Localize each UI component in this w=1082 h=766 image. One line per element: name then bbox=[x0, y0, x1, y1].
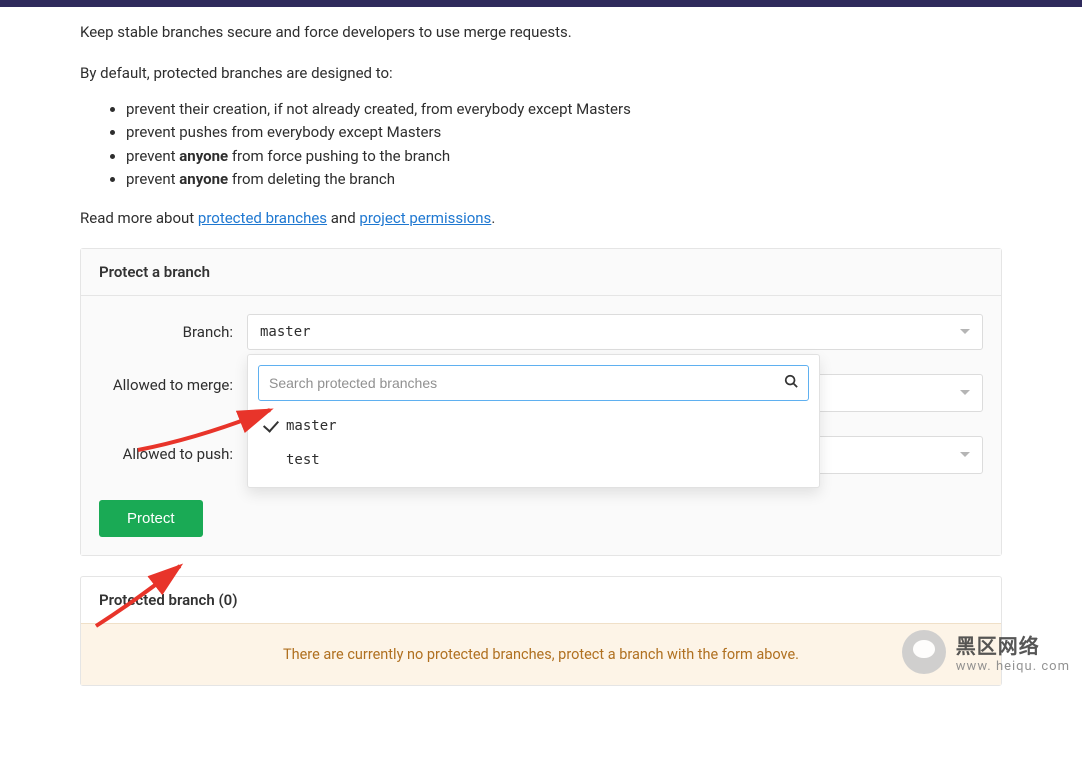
protect-button[interactable]: Protect bbox=[99, 500, 203, 537]
search-icon bbox=[784, 374, 798, 392]
panel-heading: Protect a branch bbox=[81, 249, 1001, 296]
protect-branch-panel: Protect a branch Branch: master bbox=[80, 248, 1002, 556]
dropdown-item-master[interactable]: master bbox=[258, 409, 809, 443]
watermark-line1: 黑区网络 bbox=[956, 630, 1070, 659]
push-label: Allowed to push: bbox=[99, 436, 247, 463]
list-item: prevent pushes from everybody except Mas… bbox=[126, 121, 1002, 144]
branch-selected-value: master bbox=[260, 324, 311, 340]
watermark-logo-icon bbox=[902, 630, 946, 674]
watermark: 黑区网络 www. heiqu. com bbox=[902, 630, 1070, 674]
protected-list-heading: Protected branch (0) bbox=[81, 577, 1001, 624]
list-item: prevent anyone from force pushing to the… bbox=[126, 145, 1002, 168]
branch-dropdown: master test bbox=[247, 354, 820, 488]
dropdown-search-input[interactable] bbox=[269, 375, 784, 391]
protected-branch-list: Protected branch (0) There are currently… bbox=[80, 576, 1002, 686]
dropdown-item-test[interactable]: test bbox=[258, 443, 809, 477]
merge-label: Allowed to merge: bbox=[99, 374, 247, 396]
branch-row: Branch: master master bbox=[99, 314, 983, 350]
empty-state-message: There are currently no protected branche… bbox=[81, 624, 1001, 685]
intro-subtext: By default, protected branches are desig… bbox=[80, 62, 1002, 85]
bullet-list: prevent their creation, if not already c… bbox=[80, 98, 1002, 191]
watermark-line2: www. heiqu. com bbox=[956, 659, 1070, 674]
branch-label: Branch: bbox=[99, 314, 247, 341]
project-permissions-link[interactable]: project permissions bbox=[359, 209, 491, 227]
list-item: prevent anyone from deleting the branch bbox=[126, 168, 1002, 191]
intro-text: Keep stable branches secure and force de… bbox=[80, 21, 1002, 44]
protected-branches-link[interactable]: protected branches bbox=[198, 209, 327, 227]
read-more: Read more about protected branches and p… bbox=[80, 207, 1002, 230]
chevron-down-icon bbox=[960, 452, 970, 457]
chevron-down-icon bbox=[960, 390, 970, 395]
list-item: prevent their creation, if not already c… bbox=[126, 98, 1002, 121]
branch-select[interactable]: master bbox=[247, 314, 983, 350]
chevron-down-icon bbox=[960, 329, 970, 334]
dropdown-search-wrap bbox=[258, 365, 809, 401]
top-bar bbox=[0, 0, 1082, 7]
